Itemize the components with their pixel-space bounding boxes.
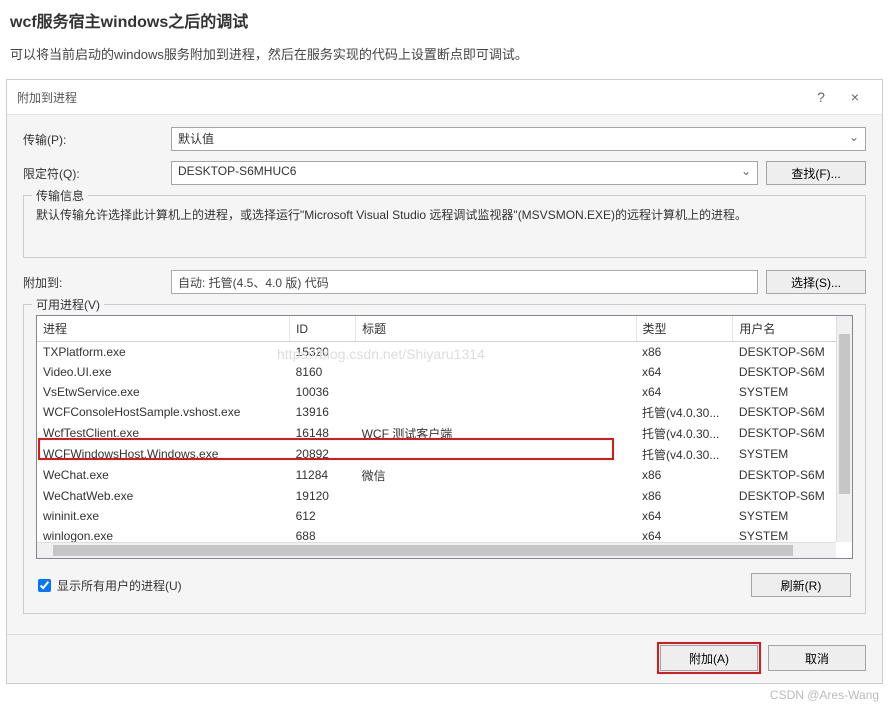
available-processes-label: 可用进程(V) [32, 296, 104, 313]
table-row[interactable]: WCFWindowsHost.Windows.exe20892 托管(v4.0.3… [37, 444, 852, 465]
csdn-attribution: CSDN @Ares-Wang [0, 684, 889, 706]
cell-process: WeChatWeb.exe [37, 486, 290, 506]
cell-type: 托管(v4.0.30... [636, 444, 733, 465]
attach-button[interactable]: 附加(A) [660, 645, 758, 671]
cell-user: DESKTOP-S6M [733, 423, 852, 444]
cell-user: DESKTOP-S6M [733, 465, 852, 486]
help-icon[interactable]: ? [804, 86, 838, 108]
cell-title [356, 486, 636, 506]
cell-type: x64 [636, 382, 733, 402]
cell-id: 8160 [290, 362, 356, 382]
cell-process: VsEtwService.exe [37, 382, 290, 402]
cell-id: 19120 [290, 486, 356, 506]
cell-user: SYSTEM [733, 382, 852, 402]
table-row[interactable]: wininit.exe612 x64SYSTEM [37, 506, 852, 526]
column-header-type[interactable]: 类型 [636, 316, 733, 342]
cell-user: DESKTOP-S6M [733, 362, 852, 382]
dialog-titlebar: 附加到进程 ? × [7, 80, 882, 115]
cell-user: SYSTEM [733, 506, 852, 526]
refresh-button[interactable]: 刷新(R) [751, 573, 851, 597]
cell-id: 16148 [290, 423, 356, 444]
cell-process: WCFWindowsHost.Windows.exe [37, 444, 290, 465]
cell-process: TXPlatform.exe [37, 342, 290, 362]
process-table: 进程 ID 标题 类型 用户名 TXPlatform.exe15320x86DE… [37, 316, 852, 546]
cell-process: wininit.exe [37, 506, 290, 526]
column-header-id[interactable]: ID [290, 316, 356, 342]
cell-title [356, 342, 636, 362]
process-table-container: https://blog.csdn.net/Shiyaru1314 进程 ID … [36, 315, 853, 559]
cell-type: 托管(v4.0.30... [636, 402, 733, 423]
cell-user: DESKTOP-S6M [733, 342, 852, 362]
column-header-user[interactable]: 用户名 [733, 316, 852, 342]
transport-info-text: 默认传输允许选择此计算机上的进程，或选择运行"Microsoft Visual … [36, 206, 853, 223]
cell-title [356, 444, 636, 465]
table-row[interactable]: WcfTestClient.exe16148WCF 测试客户端托管(v4.0.3… [37, 423, 852, 444]
cell-title [356, 382, 636, 402]
table-header-row: 进程 ID 标题 类型 用户名 [37, 316, 852, 342]
show-all-users-label: 显示所有用户的进程(U) [57, 577, 182, 594]
cell-user: DESKTOP-S6M [733, 402, 852, 423]
cell-id: 20892 [290, 444, 356, 465]
table-row[interactable]: Video.UI.exe8160 x64DESKTOP-S6M [37, 362, 852, 382]
cell-id: 612 [290, 506, 356, 526]
column-header-process[interactable]: 进程 [37, 316, 290, 342]
show-all-users-input[interactable] [38, 579, 51, 592]
page-subtitle: 可以将当前启动的windows服务附加到进程，然后在服务实现的代码上设置断点即可… [10, 44, 879, 63]
column-header-title[interactable]: 标题 [356, 316, 636, 342]
cell-type: x86 [636, 342, 733, 362]
cell-title [356, 362, 636, 382]
table-row[interactable]: VsEtwService.exe10036 x64SYSTEM [37, 382, 852, 402]
attach-to-value: 自动: 托管(4.5、4.0 版) 代码 [171, 270, 758, 294]
cell-id: 13916 [290, 402, 356, 423]
dialog-footer: 附加(A) 取消 [7, 634, 882, 683]
cell-title: WCF 测试客户端 [356, 423, 636, 444]
cell-id: 10036 [290, 382, 356, 402]
transport-select[interactable]: 默认值 [171, 127, 866, 151]
transport-info-group: 传输信息 默认传输允许选择此计算机上的进程，或选择运行"Microsoft Vi… [23, 195, 866, 258]
cell-process: WCFConsoleHostSample.vshost.exe [37, 402, 290, 423]
cell-id: 11284 [290, 465, 356, 486]
cell-title: 微信 [356, 465, 636, 486]
dialog-title: 附加到进程 [17, 89, 804, 106]
select-button[interactable]: 选择(S)... [766, 270, 866, 294]
close-icon[interactable]: × [838, 86, 872, 108]
cell-title [356, 506, 636, 526]
available-processes-group: 可用进程(V) https://blog.csdn.net/Shiyaru131… [23, 304, 866, 614]
cell-type: 托管(v4.0.30... [636, 423, 733, 444]
horizontal-scrollbar[interactable] [37, 542, 836, 558]
cell-process: WeChat.exe [37, 465, 290, 486]
cell-type: x64 [636, 362, 733, 382]
table-row[interactable]: WeChat.exe11284微信x86DESKTOP-S6M [37, 465, 852, 486]
table-row[interactable]: WeChatWeb.exe19120 x86DESKTOP-S6M [37, 486, 852, 506]
vertical-scrollbar[interactable] [836, 316, 852, 542]
cancel-button[interactable]: 取消 [768, 645, 866, 671]
cell-process: Video.UI.exe [37, 362, 290, 382]
attach-to-label: 附加到: [23, 274, 163, 291]
transport-label: 传输(P): [23, 131, 163, 148]
cell-process: WcfTestClient.exe [37, 423, 290, 444]
table-row[interactable]: WCFConsoleHostSample.vshost.exe13916 托管(v… [37, 402, 852, 423]
cell-user: SYSTEM [733, 444, 852, 465]
cell-type: x86 [636, 486, 733, 506]
cell-type: x86 [636, 465, 733, 486]
show-all-users-checkbox[interactable]: 显示所有用户的进程(U) [38, 577, 182, 594]
qualifier-select[interactable]: DESKTOP-S6MHUC6 [171, 161, 758, 185]
cell-id: 15320 [290, 342, 356, 362]
horizontal-scrollbar-thumb[interactable] [53, 545, 793, 556]
cell-user: DESKTOP-S6M [733, 486, 852, 506]
transport-info-title: 传输信息 [32, 187, 88, 204]
table-row[interactable]: TXPlatform.exe15320 x86DESKTOP-S6M [37, 342, 852, 362]
cell-title [356, 402, 636, 423]
find-button[interactable]: 查找(F)... [766, 161, 866, 185]
vertical-scrollbar-thumb[interactable] [839, 334, 850, 494]
cell-type: x64 [636, 506, 733, 526]
page-title: wcf服务宿主windows之后的调试 [10, 8, 879, 32]
qualifier-label: 限定符(Q): [23, 165, 163, 182]
attach-to-process-dialog: 附加到进程 ? × 传输(P): 默认值 限定符(Q): DESKTOP-S6M… [6, 79, 883, 684]
